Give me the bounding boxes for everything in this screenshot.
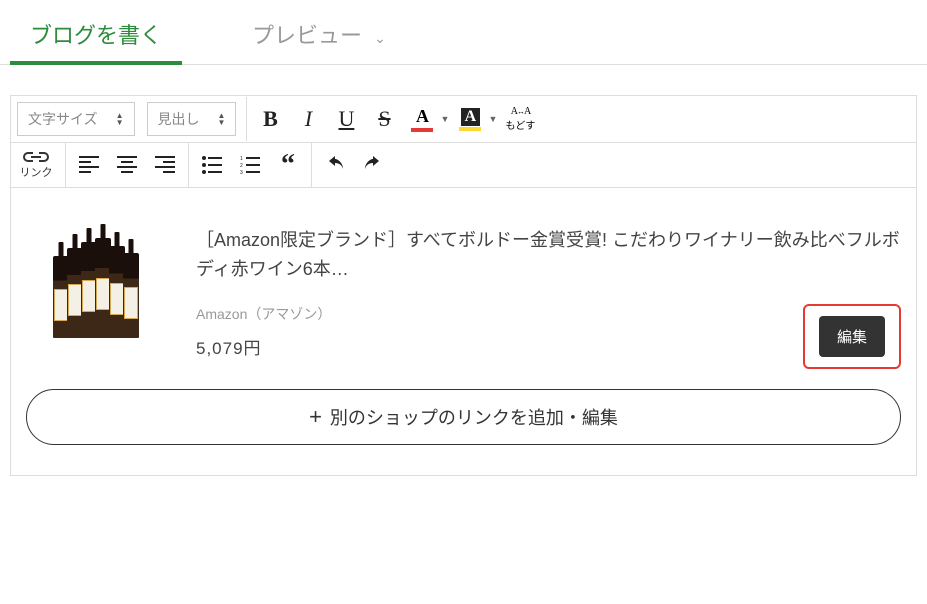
bullet-list-icon bbox=[202, 156, 222, 174]
heading-dropdown[interactable]: 見出し ▲▼ bbox=[147, 102, 237, 136]
undo-button[interactable] bbox=[316, 143, 354, 187]
chevron-down-icon: ⌄ bbox=[374, 30, 386, 46]
edit-button[interactable]: 編集 bbox=[819, 316, 885, 357]
undo-icon bbox=[324, 156, 346, 174]
updown-icon: ▲▼ bbox=[116, 112, 124, 126]
text-color-button[interactable]: A ▼ bbox=[403, 97, 441, 141]
product-shop: Amazon（アマゾン） bbox=[196, 304, 901, 324]
text-color-icon: A bbox=[416, 106, 429, 127]
redo-icon bbox=[362, 156, 384, 174]
align-left-button[interactable] bbox=[70, 143, 108, 187]
separator bbox=[188, 143, 189, 187]
link-icon bbox=[23, 150, 49, 164]
align-right-button[interactable] bbox=[146, 143, 184, 187]
edit-highlight: 編集 bbox=[803, 304, 901, 369]
align-left-icon bbox=[79, 156, 99, 174]
underline-button[interactable]: U bbox=[327, 97, 365, 141]
align-center-icon bbox=[117, 156, 137, 174]
strikethrough-button[interactable]: S bbox=[365, 97, 403, 141]
product-image bbox=[26, 218, 166, 338]
chevron-down-icon: ▼ bbox=[441, 114, 450, 124]
reset-format-button[interactable]: A↔A もどす bbox=[499, 97, 541, 141]
toolbar: 文字サイズ ▲▼ 見出し ▲▼ B I U S A ▼ A ▼ A↔A もどす bbox=[10, 95, 917, 188]
tab-write[interactable]: ブログを書く bbox=[10, 0, 182, 64]
bullet-list-button[interactable] bbox=[193, 143, 231, 187]
align-center-button[interactable] bbox=[108, 143, 146, 187]
plus-icon: + bbox=[309, 404, 322, 430]
svg-text:2: 2 bbox=[240, 163, 243, 169]
separator bbox=[65, 143, 66, 187]
bg-color-button[interactable]: A ▼ bbox=[451, 97, 489, 141]
add-shop-link-button[interactable]: + 別のショップのリンクを追加・編集 bbox=[26, 389, 901, 445]
bold-button[interactable]: B bbox=[251, 97, 289, 141]
numbered-list-button[interactable]: 123 bbox=[231, 143, 269, 187]
chevron-down-icon: ▼ bbox=[489, 114, 498, 124]
product-price: 5,079円 bbox=[196, 334, 901, 359]
svg-text:3: 3 bbox=[240, 170, 243, 174]
link-button[interactable]: リンク bbox=[11, 143, 61, 187]
product-title: ［Amazon限定ブランド］すべてボルドー金賞受賞! こだわりワイナリー飲み比べ… bbox=[196, 226, 901, 284]
add-link-label: 別のショップのリンクを追加・編集 bbox=[330, 404, 618, 430]
product-info: ［Amazon限定ブランド］すべてボルドー金賞受賞! こだわりワイナリー飲み比べ… bbox=[196, 218, 901, 359]
link-label: リンク bbox=[20, 164, 53, 180]
editor-area[interactable]: ［Amazon限定ブランド］すべてボルドー金賞受賞! こだわりワイナリー飲み比べ… bbox=[10, 188, 917, 476]
quote-button[interactable]: “ bbox=[269, 143, 307, 187]
align-right-icon bbox=[155, 156, 175, 174]
product-card: ［Amazon限定ブランド］すべてボルドー金賞受賞! こだわりワイナリー飲み比べ… bbox=[26, 218, 901, 379]
wine-bottle-icon bbox=[123, 253, 139, 338]
font-size-dropdown[interactable]: 文字サイズ ▲▼ bbox=[17, 102, 135, 136]
redo-button[interactable] bbox=[354, 143, 392, 187]
numbered-list-icon: 123 bbox=[240, 156, 260, 174]
tab-bar: ブログを書く プレビュー ⌄ bbox=[0, 0, 927, 65]
heading-label: 見出し bbox=[158, 109, 200, 129]
updown-icon: ▲▼ bbox=[218, 112, 226, 126]
svg-text:1: 1 bbox=[240, 156, 243, 162]
color-bar bbox=[459, 127, 481, 131]
bg-color-icon: A bbox=[461, 108, 481, 126]
tab-preview[interactable]: プレビュー ⌄ bbox=[232, 0, 406, 64]
toolbar-row-1: 文字サイズ ▲▼ 見出し ▲▼ B I U S A ▼ A ▼ A↔A もどす bbox=[11, 96, 916, 143]
separator bbox=[246, 97, 247, 141]
toolbar-row-2: リンク 123 “ bbox=[11, 143, 916, 187]
separator bbox=[311, 143, 312, 187]
color-bar bbox=[411, 128, 433, 132]
reset-icon: A↔A bbox=[511, 106, 530, 117]
reset-label: もどす bbox=[506, 117, 536, 132]
italic-button[interactable]: I bbox=[289, 97, 327, 141]
tab-preview-label: プレビュー bbox=[252, 23, 362, 48]
font-size-label: 文字サイズ bbox=[28, 109, 98, 129]
